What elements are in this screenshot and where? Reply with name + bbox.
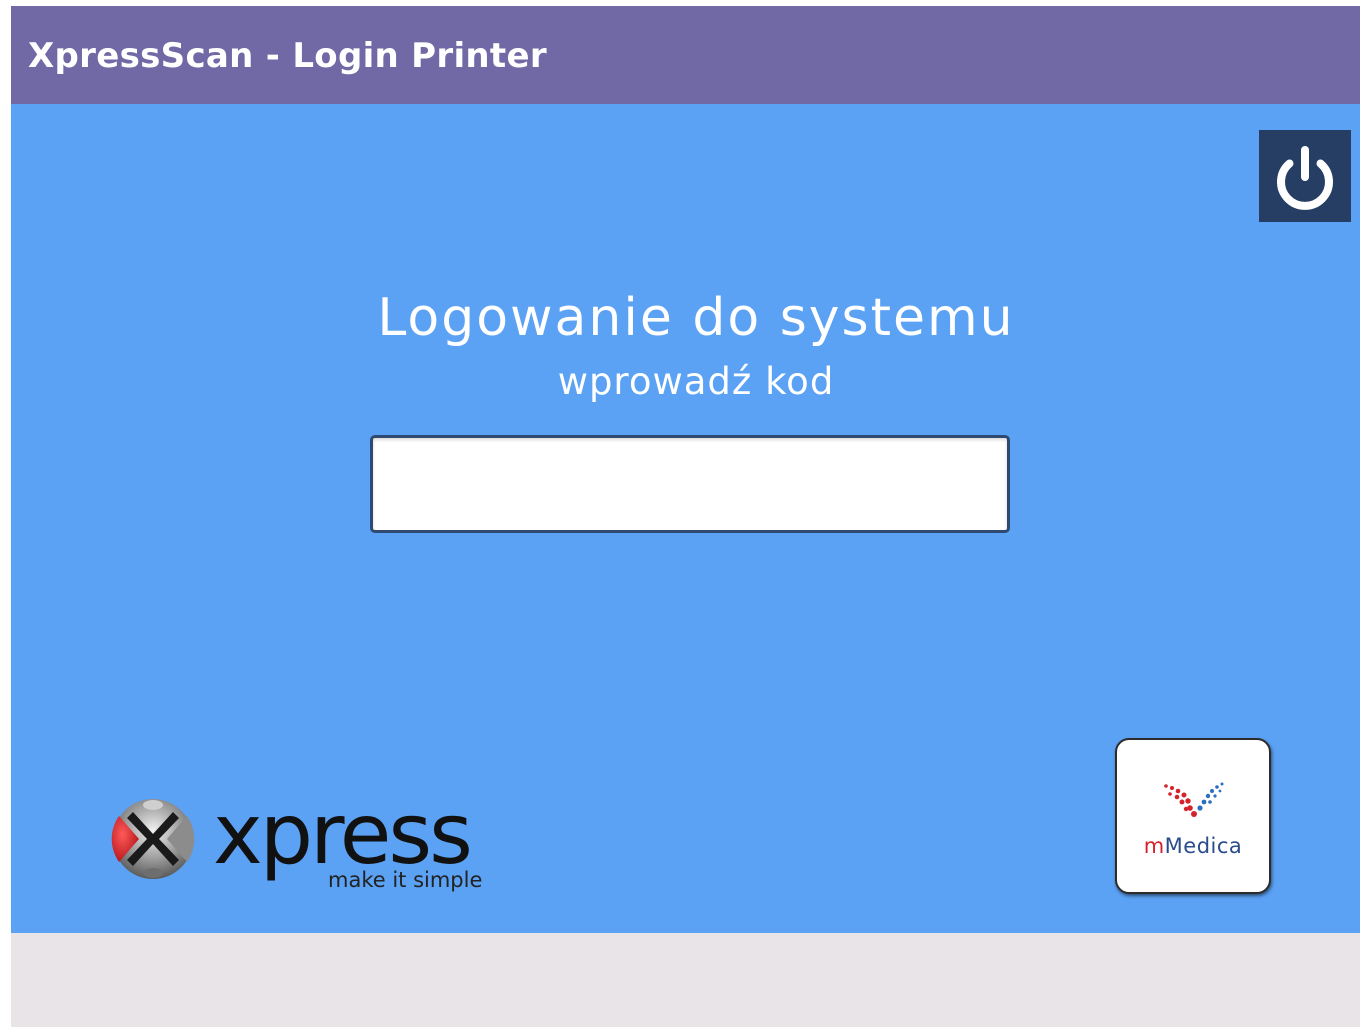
title-bar: XpressScan - Login Printer	[11, 6, 1360, 104]
login-heading: Logowanie do systemu	[377, 288, 1015, 348]
mmedica-button[interactable]: mMedica	[1115, 738, 1271, 894]
xpress-wordmark: xpress	[213, 785, 473, 883]
xpress-x-icon	[111, 799, 195, 879]
xpress-logo: xpress make it simple	[109, 790, 529, 902]
mmedica-name: Medica	[1164, 834, 1243, 858]
xpress-tagline: make it simple	[328, 868, 483, 892]
mmedica-wordmark: mMedica	[1117, 833, 1269, 859]
power-icon	[1277, 146, 1333, 210]
login-panel: Logowanie do systemu wprowadź kod xpress…	[11, 104, 1360, 933]
footer-bar	[11, 933, 1360, 1027]
mmedica-check-icon	[1164, 782, 1224, 817]
window-title: XpressScan - Login Printer	[28, 36, 547, 76]
app-window: XpressScan - Login Printer Logowanie do …	[11, 6, 1360, 1027]
code-input[interactable]	[370, 435, 1010, 533]
mmedica-prefix: m	[1143, 834, 1165, 858]
login-subheading: wprowadź kod	[557, 360, 835, 403]
power-button[interactable]	[1259, 130, 1351, 222]
